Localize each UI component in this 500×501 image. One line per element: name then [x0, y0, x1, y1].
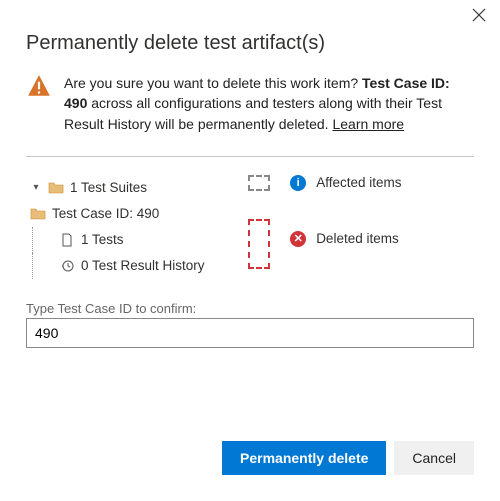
warning-section: Are you sure you want to delete this wor…	[26, 73, 474, 134]
button-row: Permanently delete Cancel	[26, 441, 474, 475]
delete-artifacts-dialog: Permanently delete test artifact(s) Are …	[0, 0, 500, 501]
tree-tests-label: 1 Tests	[81, 232, 124, 247]
chevron-down-icon[interactable]: ▾	[30, 182, 42, 193]
legend-affected: i Affected items	[290, 175, 474, 191]
legend-deleted: ✕ Deleted items	[290, 231, 474, 247]
confirm-input[interactable]	[26, 318, 474, 348]
learn-more-link[interactable]: Learn more	[332, 116, 404, 132]
legend-deleted-label: Deleted items	[316, 231, 399, 246]
confirm-label: Type Test Case ID to confirm:	[26, 301, 474, 316]
tree-suites-label: 1 Test Suites	[70, 180, 147, 195]
artifact-tree: ▾ 1 Test Suites Test Case ID: 490 1 Test…	[26, 175, 228, 279]
folder-icon	[30, 206, 46, 222]
close-icon[interactable]	[472, 8, 486, 26]
deleted-swatch	[248, 219, 270, 269]
content-area: ▾ 1 Test Suites Test Case ID: 490 1 Test…	[26, 175, 474, 279]
tree-tests-row[interactable]: 1 Tests	[32, 227, 228, 253]
history-icon	[59, 258, 75, 274]
warning-prefix: Are you sure you want to delete this wor…	[64, 75, 362, 91]
file-icon	[59, 232, 75, 248]
warning-icon	[26, 73, 52, 99]
legend-swatches	[248, 175, 270, 279]
error-icon: ✕	[290, 231, 306, 247]
tree-suites-row[interactable]: ▾ 1 Test Suites	[26, 175, 228, 201]
dialog-title: Permanently delete test artifact(s)	[26, 32, 474, 55]
tree-case-row[interactable]: Test Case ID: 490	[26, 201, 228, 227]
tree-history-row[interactable]: 0 Test Result History	[32, 253, 228, 279]
tree-case-label: Test Case ID: 490	[52, 206, 159, 221]
legend-affected-label: Affected items	[316, 175, 401, 190]
divider	[26, 156, 474, 157]
cancel-button[interactable]: Cancel	[394, 441, 474, 475]
folder-icon	[48, 180, 64, 196]
warning-text: Are you sure you want to delete this wor…	[64, 73, 474, 134]
legend: i Affected items ✕ Deleted items	[290, 175, 474, 279]
tree-history-label: 0 Test Result History	[81, 258, 205, 273]
affected-swatch	[248, 175, 270, 191]
info-icon: i	[290, 175, 306, 191]
permanently-delete-button[interactable]: Permanently delete	[222, 441, 386, 475]
